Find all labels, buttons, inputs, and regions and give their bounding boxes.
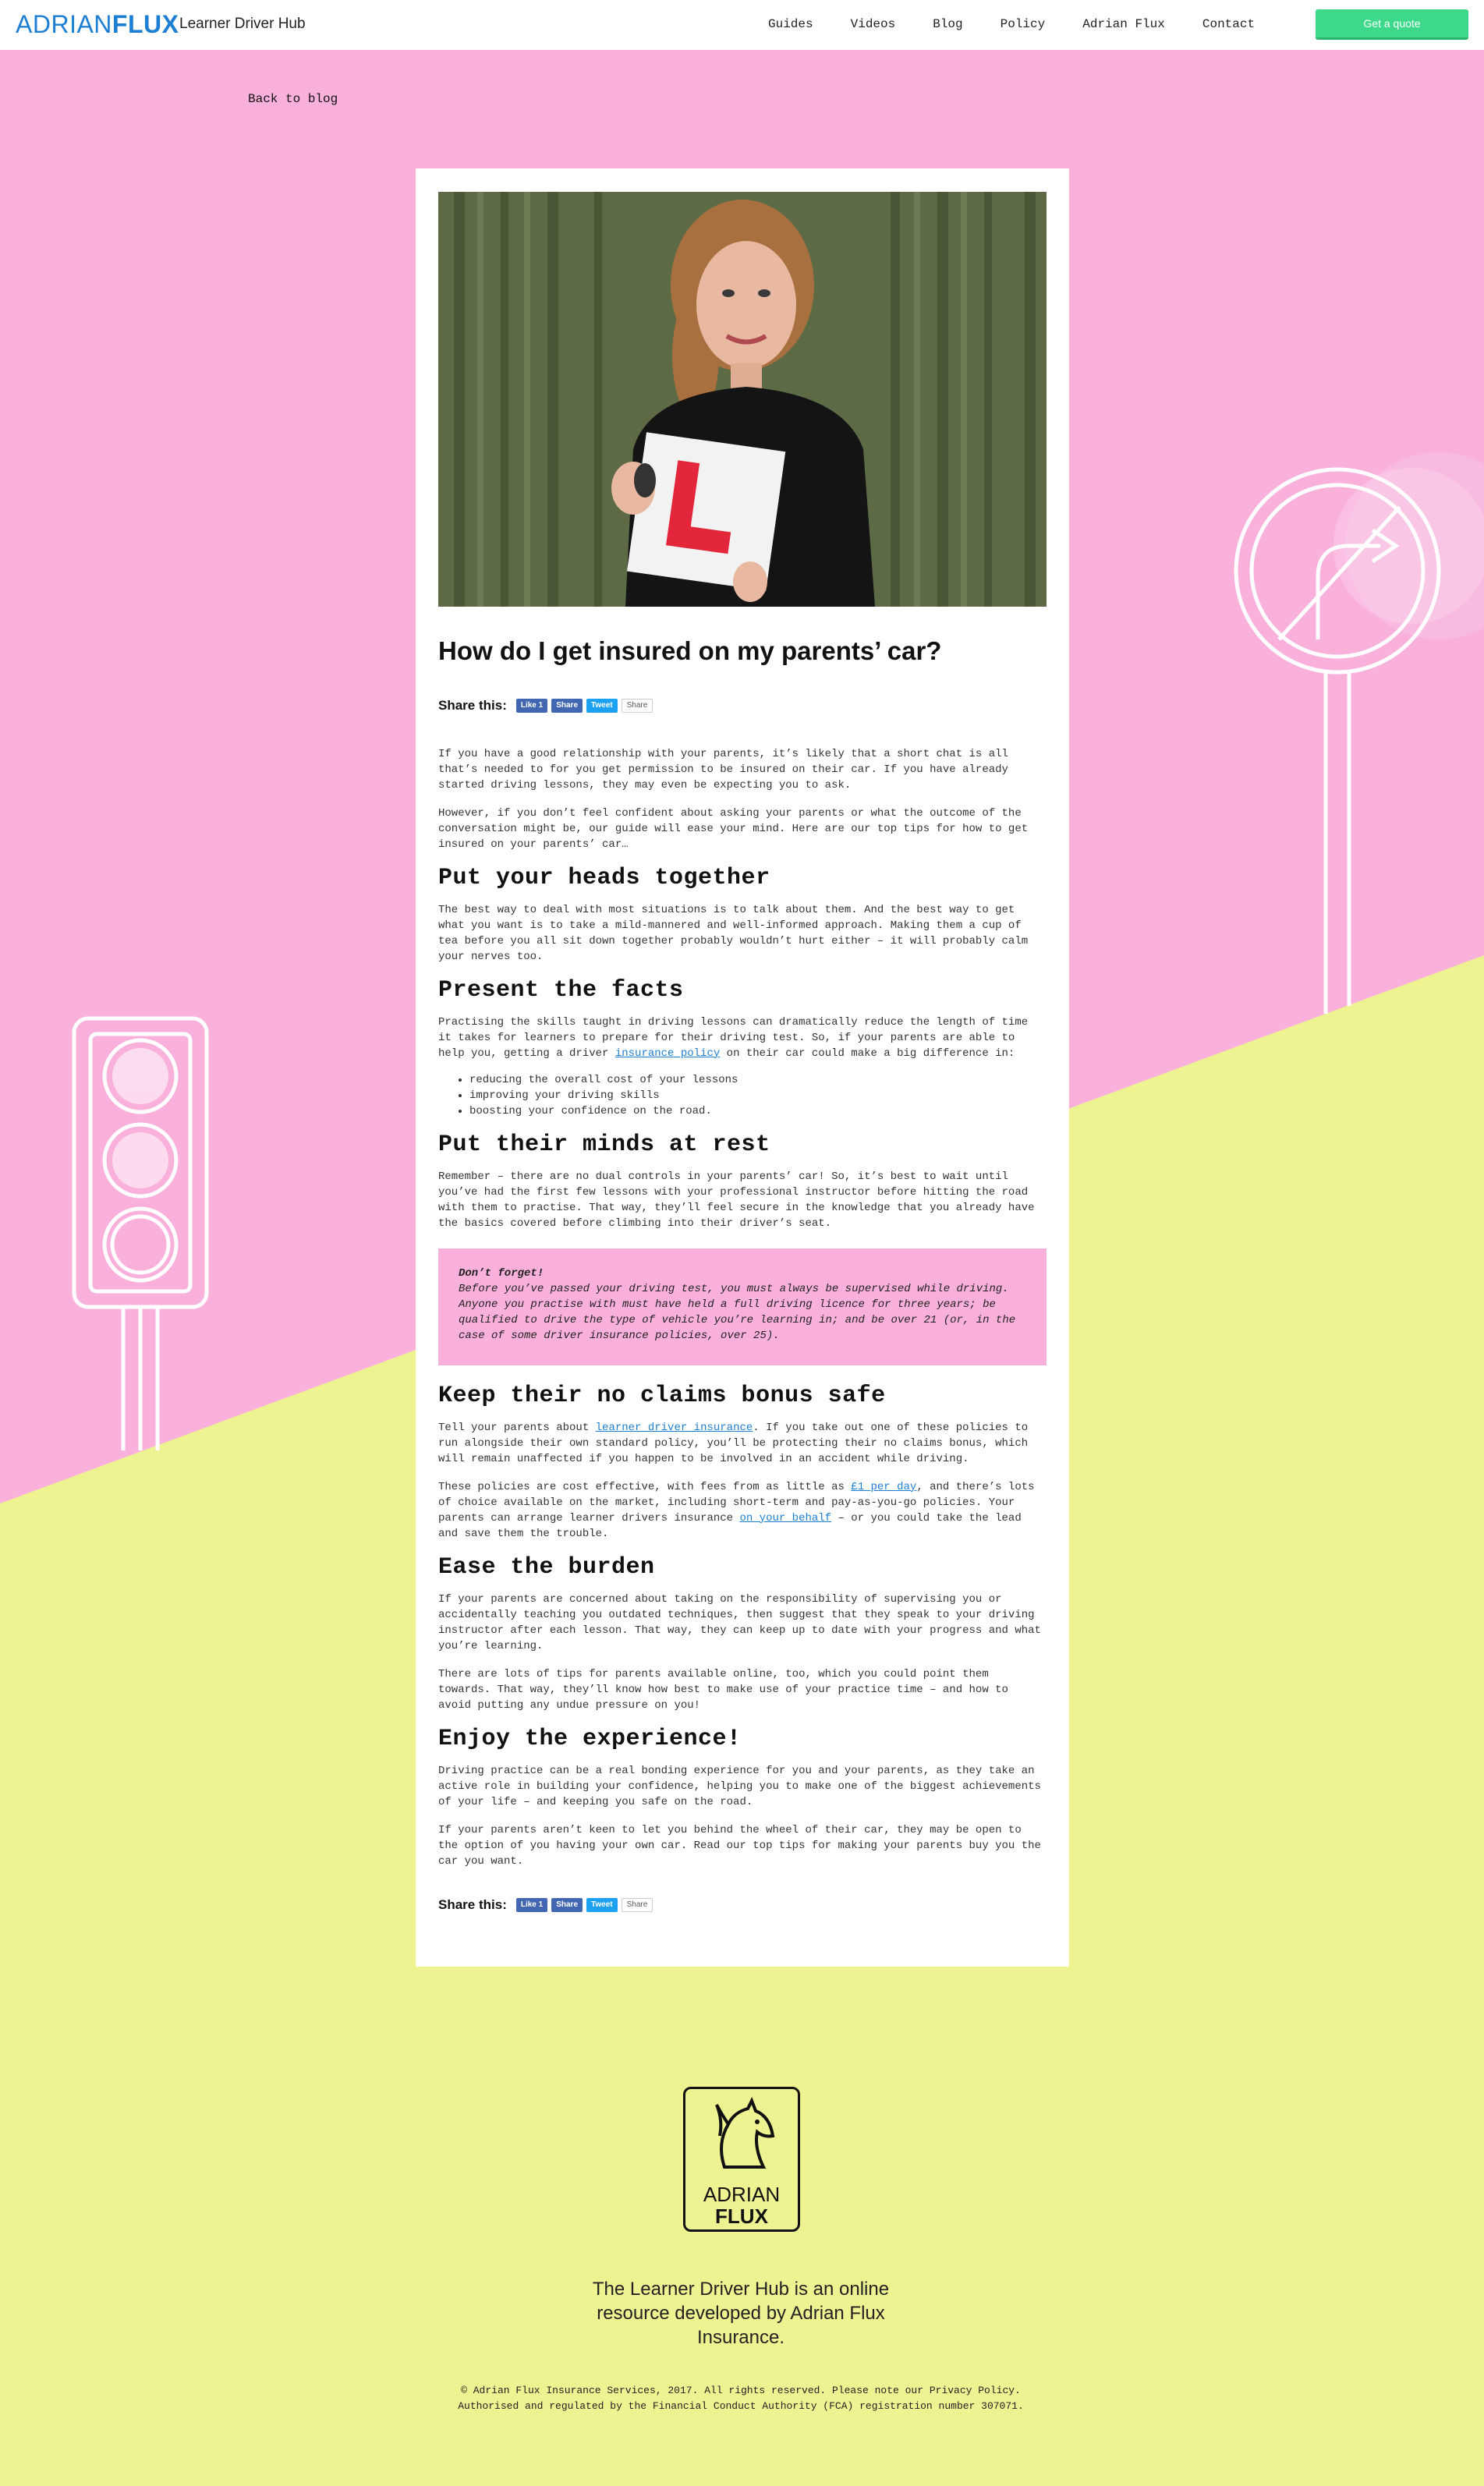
hub-name: Learner Driver Hub bbox=[179, 16, 306, 32]
footer-tagline: The Learner Driver Hub is an online reso… bbox=[592, 2279, 890, 2348]
google-plus-share-button[interactable]: Share bbox=[621, 698, 653, 713]
section-heading-heads-together: Put your heads together bbox=[438, 864, 770, 891]
traffic-light-dots bbox=[112, 1048, 168, 1188]
callout-title: Don’t forget! bbox=[459, 1266, 544, 1280]
list-item: boosting your confidence on the road. bbox=[469, 1103, 1047, 1119]
copyright-line-1: © Adrian Flux Insurance Services, 2017. … bbox=[461, 2385, 1021, 2396]
footer-logo-flux: FLUX bbox=[715, 2204, 768, 2228]
google-plus-share-button[interactable]: Share bbox=[621, 1897, 653, 1912]
section-4-paragraph-1: Tell your parents about learner driver i… bbox=[438, 1420, 1047, 1467]
section-3-paragraph: Remember – there are no dual controls in… bbox=[438, 1170, 1035, 1230]
footer-copyright: © Adrian Flux Insurance Services, 2017. … bbox=[312, 2383, 1170, 2414]
facebook-like-button[interactable]: Like 1 bbox=[515, 698, 548, 713]
section-heading-enjoy: Enjoy the experience! bbox=[438, 1725, 742, 1752]
facebook-like-button[interactable]: Like 1 bbox=[515, 1897, 548, 1912]
text-fragment: on their car could make a big difference… bbox=[720, 1046, 1015, 1060]
copyright-line-2: Authorised and regulated by the Financia… bbox=[458, 2400, 1024, 2412]
footer-logo-badge[interactable]: ADRIAN FLUX bbox=[683, 2087, 800, 2232]
list-item: improving your driving skills bbox=[469, 1088, 1047, 1103]
nav-videos[interactable]: Videos bbox=[851, 17, 896, 31]
section-6-paragraph-2: If your parents aren’t keen to let you b… bbox=[438, 1823, 1041, 1868]
footer-logo-adrian: ADRIAN bbox=[703, 2183, 781, 2206]
horse-head-icon bbox=[715, 2097, 775, 2169]
list-item: reducing the overall cost of your lesson… bbox=[469, 1072, 1047, 1088]
share-bar-top: Share this: Like 1 Share Tweet Share bbox=[438, 698, 1047, 714]
benefits-list: reducing the overall cost of your lesson… bbox=[469, 1072, 1047, 1119]
article-title: How do I get insured on my parents’ car? bbox=[438, 636, 942, 665]
no-turn-sign-illustration bbox=[1234, 452, 1484, 1014]
facebook-share-button[interactable]: Share bbox=[551, 698, 583, 713]
nav-blog[interactable]: Blog bbox=[933, 17, 962, 31]
section-2-paragraph: Practising the skills taught in driving … bbox=[438, 1015, 1047, 1061]
section-1-paragraph: The best way to deal with most situation… bbox=[438, 903, 1029, 963]
section-4-paragraph-2: These policies are cost effective, with … bbox=[438, 1479, 1047, 1542]
share-bar-bottom: Share this: Like 1 Share Tweet Share bbox=[438, 1897, 1047, 1913]
back-to-blog-link[interactable]: Back to blog bbox=[248, 92, 338, 106]
article-content: How do I get insured on my parents’ car?… bbox=[438, 192, 1047, 1913]
nav-guides[interactable]: Guides bbox=[768, 17, 813, 31]
hero-image-learner-with-l-plate bbox=[438, 192, 1047, 607]
section-5-paragraph-1: If your parents are concerned about taki… bbox=[438, 1592, 1041, 1652]
intro-paragraph-2: However, if you don’t feel confident abo… bbox=[438, 806, 1029, 851]
dont-forget-callout: Don’t forget! Before you’ve passed your … bbox=[438, 1248, 1047, 1365]
callout-text: Before you’ve passed your driving test, … bbox=[459, 1282, 1016, 1342]
tweet-button[interactable]: Tweet bbox=[586, 1897, 618, 1912]
insurance-policy-link[interactable]: insurance policy bbox=[615, 1047, 720, 1060]
share-label: Share this: bbox=[438, 1896, 507, 1912]
one-pound-per-day-link[interactable]: £1 per day bbox=[851, 1481, 916, 1493]
section-heading-no-claims: Keep their no claims bonus safe bbox=[438, 1382, 886, 1409]
section-heading-present-facts: Present the facts bbox=[438, 976, 684, 1004]
section-6-paragraph-1: Driving practice can be a real bonding e… bbox=[438, 1764, 1041, 1808]
nav-contact[interactable]: Contact bbox=[1202, 17, 1255, 31]
nav-policy[interactable]: Policy bbox=[1001, 17, 1046, 31]
share-label: Share this: bbox=[438, 697, 507, 713]
tweet-button[interactable]: Tweet bbox=[586, 698, 618, 713]
section-heading-ease-burden: Ease the burden bbox=[438, 1553, 655, 1581]
get-a-quote-button[interactable]: Get a quote bbox=[1316, 9, 1468, 40]
adrian-flux-logo[interactable]: ADRIANFLUX bbox=[16, 10, 179, 39]
top-nav-bar: ADRIANFLUX Learner Driver Hub Guides Vid… bbox=[0, 0, 1484, 50]
nav-adrian-flux[interactable]: Adrian Flux bbox=[1082, 17, 1165, 31]
text-fragment: Tell your parents about bbox=[438, 1421, 596, 1434]
article-card: How do I get insured on my parents’ car?… bbox=[416, 168, 1069, 1967]
logo-text-adrian: ADRIAN bbox=[16, 10, 112, 38]
facebook-share-button[interactable]: Share bbox=[551, 1897, 583, 1912]
on-your-behalf-link[interactable]: on your behalf bbox=[739, 1512, 831, 1525]
intro-paragraph-1: If you have a good relationship with you… bbox=[438, 747, 1008, 791]
logo-text-flux: FLUX bbox=[112, 10, 179, 38]
text-fragment: These policies are cost effective, with … bbox=[438, 1480, 852, 1493]
learner-driver-insurance-link[interactable]: learner driver insurance bbox=[596, 1422, 753, 1434]
section-5-paragraph-2: There are lots of tips for parents avail… bbox=[438, 1667, 1008, 1712]
section-heading-minds-at-rest: Put their minds at rest bbox=[438, 1131, 770, 1158]
main-nav: Guides Videos Blog Policy Adrian Flux Co… bbox=[768, 17, 1292, 31]
